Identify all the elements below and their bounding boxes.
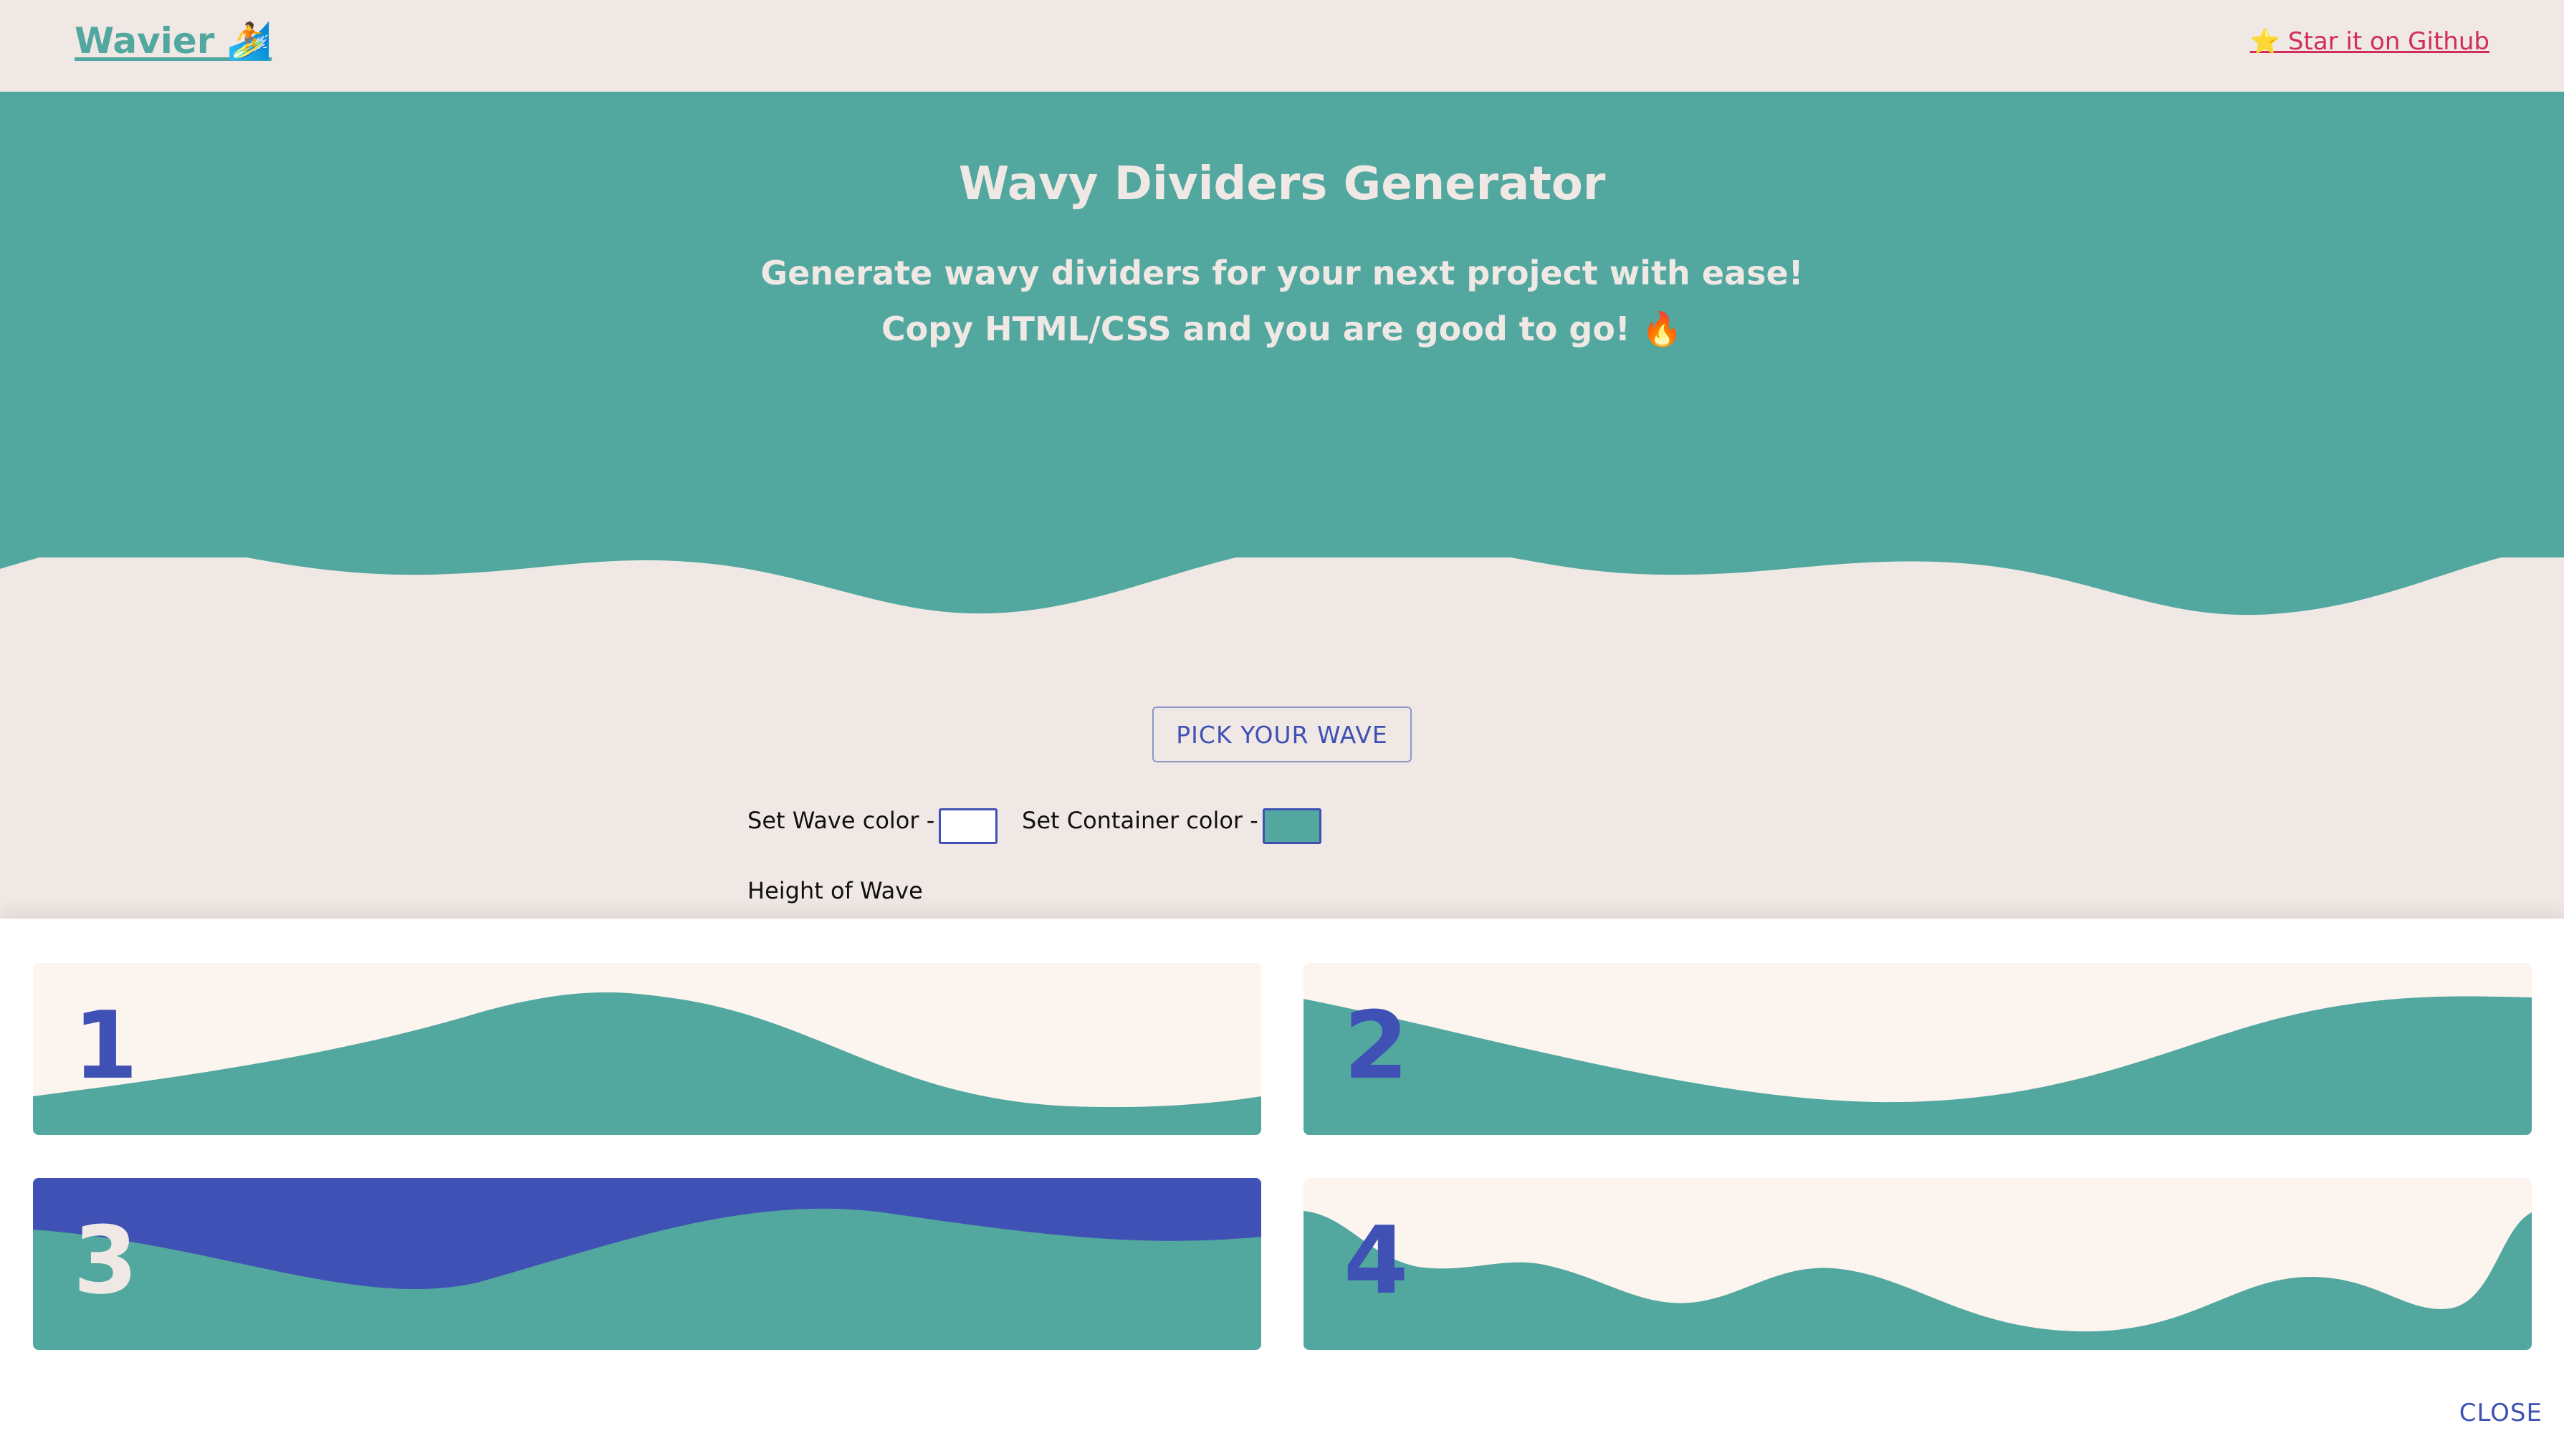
wave-4-shape [1303, 1211, 2532, 1350]
wave-color-label: Set Wave color - [747, 807, 935, 834]
wave-color-picker[interactable] [939, 808, 998, 844]
hero-subtitle: Generate wavy dividers for your next pro… [0, 245, 2564, 357]
logo-link[interactable]: Wavier 🏄 [75, 20, 272, 62]
github-star-link[interactable]: ⭐ Star it on Github [2250, 27, 2489, 56]
close-button[interactable]: CLOSE [2459, 1399, 2543, 1427]
wave-option-4[interactable]: 4 [1303, 1178, 2532, 1350]
subtitle-line-2: Copy HTML/CSS and you are good to go! 🔥 [881, 310, 1683, 348]
wave-picker-drawer: 1 2 3 4 CLOSE [0, 919, 2564, 1456]
subtitle-line-1: Generate wavy dividers for your next pro… [760, 254, 1804, 292]
wave-1-shape [33, 992, 1261, 1135]
wave-height-label: Height of Wave [747, 877, 923, 904]
wave-number-4: 4 [1344, 1206, 1409, 1315]
wave-option-2[interactable]: 2 [1303, 963, 2532, 1135]
wave-number-3: 3 [73, 1206, 138, 1315]
wave-option-3[interactable]: 3 [33, 1178, 1261, 1350]
wave-option-1[interactable]: 1 [33, 963, 1261, 1135]
top-nav: Wavier 🏄 ⭐ Star it on Github [0, 0, 2564, 92]
wave-3-shape [33, 1178, 1261, 1289]
pick-wave-button[interactable]: PICK YOUR WAVE [1152, 707, 1412, 762]
wave-number-2: 2 [1344, 991, 1409, 1100]
container-color-picker[interactable] [1263, 808, 1321, 844]
hero-wave-divider [0, 502, 2564, 616]
wave-2-shape [1303, 996, 2532, 1135]
container-color-label: Set Container color - [1022, 807, 1258, 834]
page-title: Wavy Dividers Generator [958, 158, 1606, 211]
wave-number-1: 1 [73, 991, 138, 1100]
